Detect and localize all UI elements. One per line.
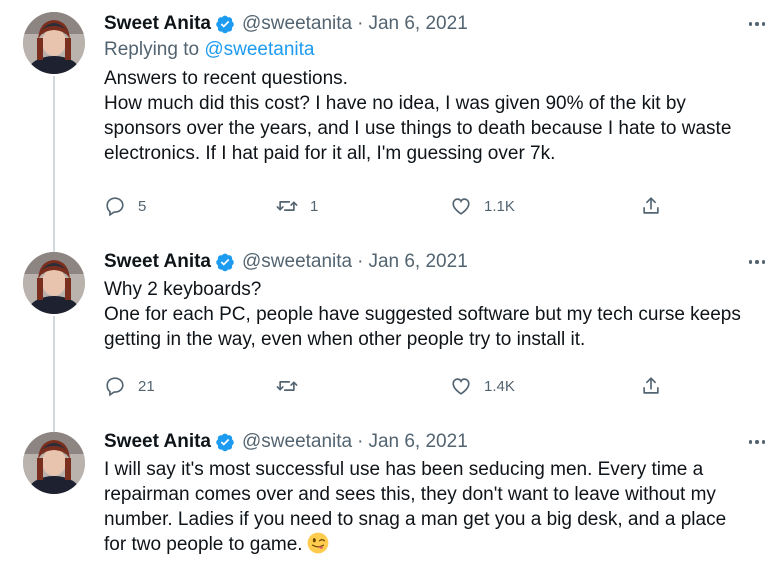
author-name[interactable]: Sweet Anita: [104, 13, 211, 35]
share-button[interactable]: [640, 194, 662, 218]
separator: ·: [357, 251, 364, 272]
tweet-text-line: Why 2 keyboards?: [104, 279, 262, 300]
heart-icon: [452, 198, 470, 215]
replying-to: Replying to @sweetanita: [104, 39, 770, 64]
tweet-text-line: for two people to game.: [104, 532, 770, 557]
reply-count: 5: [138, 197, 147, 215]
retweet-icon: [276, 381, 298, 391]
tweet-text-line: getting in the way, even when other peop…: [104, 329, 586, 350]
tweet-header: Sweet Anita @sweetanita · Jan 6, 2021: [104, 430, 770, 454]
like-button[interactable]: 1.1K: [450, 194, 515, 218]
author-handle[interactable]: @sweetanita: [242, 251, 352, 273]
tweet-text-line: I will say it's most successful use has …: [104, 459, 704, 480]
share-button[interactable]: [640, 374, 662, 398]
tweet-text-line: sponsors over the years, and I use thing…: [104, 118, 732, 139]
like-count: 1.4K: [484, 377, 515, 395]
verified-badge-icon: [216, 433, 234, 452]
reply-icon: [106, 197, 124, 217]
avatar-image: [23, 432, 85, 494]
tweet-text-line: How much did this cost? I have no idea, …: [104, 93, 686, 114]
tweet-text: Answers to recent questions. How much di…: [104, 66, 770, 166]
retweet-count: 1: [310, 197, 319, 215]
retweet-button[interactable]: [276, 374, 310, 398]
like-button[interactable]: 1.4K: [450, 374, 515, 398]
heart-icon: [452, 378, 470, 395]
separator: ·: [357, 13, 364, 34]
tweet-text-line: One for each PC, people have suggested s…: [104, 304, 741, 325]
tweet[interactable]: Sweet Anita @sweetanita · Jan 6, 2021 Re…: [0, 0, 784, 240]
separator: ·: [357, 431, 364, 452]
avatar-image: [23, 12, 85, 74]
reply-button[interactable]: 5: [104, 194, 146, 218]
tweet-date[interactable]: Jan 6, 2021: [368, 251, 467, 273]
tweet-header: Sweet Anita @sweetanita · Jan 6, 2021: [104, 12, 770, 36]
author-handle[interactable]: @sweetanita: [242, 13, 352, 35]
tweet-text: I will say it's most successful use has …: [104, 457, 770, 557]
retweet-icon: [276, 201, 298, 211]
like-count: 1.1K: [484, 197, 515, 215]
tweet-actions: 21 1.4K: [104, 374, 684, 398]
tweet-header: Sweet Anita @sweetanita · Jan 6, 2021: [104, 250, 770, 274]
tweet[interactable]: Sweet Anita @sweetanita · Jan 6, 2021 I …: [0, 420, 784, 583]
tweet[interactable]: Sweet Anita @sweetanita · Jan 6, 2021 Wh…: [0, 240, 784, 420]
reply-count: 21: [138, 377, 155, 395]
avatar[interactable]: [23, 12, 85, 74]
retweet-button[interactable]: 1: [276, 194, 318, 218]
tweet-text-line: Answers to recent questions.: [104, 68, 348, 89]
tweet-text: Why 2 keyboards? One for each PC, people…: [104, 277, 770, 352]
more-icon[interactable]: [744, 250, 770, 274]
tweet-date[interactable]: Jan 6, 2021: [368, 431, 467, 453]
tweet-actions: 5 1 1.1K: [104, 194, 684, 218]
verified-badge-icon: [216, 253, 234, 272]
tweet-text-line: electronics. If I hat paid for it all, I…: [104, 143, 556, 164]
tweet-text-line-content: for two people to game.: [104, 534, 303, 555]
share-icon: [643, 377, 659, 394]
tweet-text-line: number. Ladies if you need to snag a man…: [104, 509, 727, 530]
winking-face-with-tongue-icon: [307, 532, 328, 554]
more-icon[interactable]: [744, 430, 770, 454]
avatar-image: [23, 252, 85, 314]
share-icon: [643, 197, 659, 214]
author-name[interactable]: Sweet Anita: [104, 251, 211, 273]
more-icon[interactable]: [744, 12, 770, 36]
avatar[interactable]: [23, 252, 85, 314]
author-name[interactable]: Sweet Anita: [104, 431, 211, 453]
reply-button[interactable]: 21: [104, 374, 155, 398]
replying-mention-link[interactable]: @sweetanita: [204, 39, 314, 60]
replying-prefix: Replying to: [104, 39, 205, 60]
tweet-text-line: repairman comes over and sees this, they…: [104, 484, 716, 505]
avatar[interactable]: [23, 432, 85, 494]
author-handle[interactable]: @sweetanita: [242, 431, 352, 453]
verified-badge-icon: [216, 15, 234, 34]
tweet-date[interactable]: Jan 6, 2021: [368, 13, 467, 35]
reply-icon: [106, 377, 124, 397]
